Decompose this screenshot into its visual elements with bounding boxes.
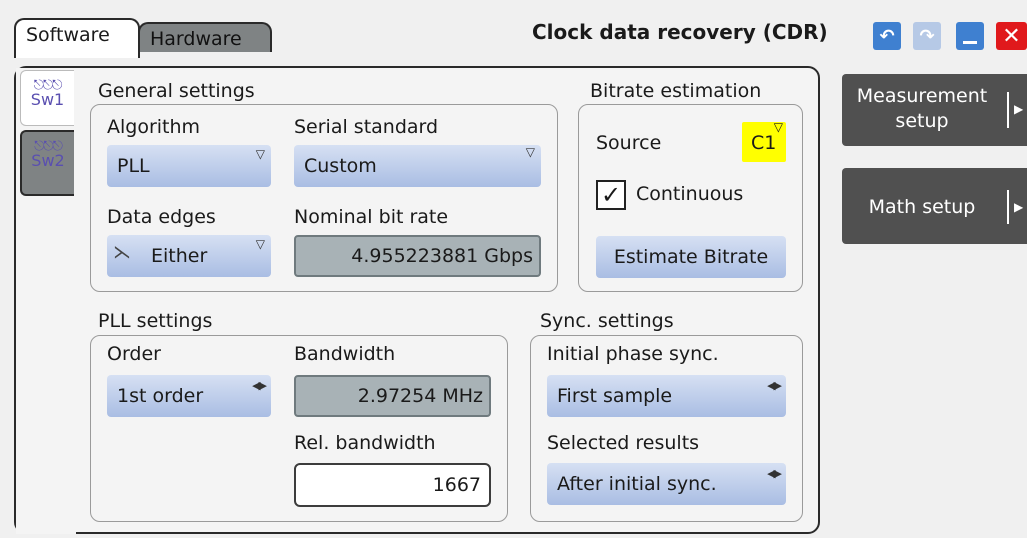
dropdown-arrow-icon: ▽	[255, 237, 265, 251]
selected-results-label: Selected results	[547, 432, 700, 454]
dropdown-arrow-icon: ▽	[773, 120, 783, 134]
separator	[1007, 190, 1009, 224]
source-label: Source	[596, 132, 662, 154]
spinner-arrows-icon: ◀▶	[767, 379, 782, 392]
tab-hardware[interactable]: Hardware	[138, 22, 272, 52]
minimize-button[interactable]	[956, 22, 984, 50]
spinner-arrows-icon: ◀▶	[767, 467, 782, 480]
nominal-bit-rate-label: Nominal bit rate	[294, 206, 449, 228]
subtab-sw2-label: Sw2	[31, 151, 65, 170]
redo-button[interactable]: ↷	[913, 22, 941, 50]
data-edges-label: Data edges	[107, 206, 216, 228]
close-icon: ✕	[1002, 23, 1021, 49]
serial-standard-dropdown[interactable]: Custom ▽	[294, 145, 541, 187]
source-value: C1	[751, 132, 777, 154]
order-dropdown[interactable]: 1st order ◀▶	[107, 375, 271, 417]
subtab-sw2[interactable]: ⎋⎋⎋ Sw2	[20, 130, 74, 196]
rel-bandwidth-input[interactable]: 1667	[294, 463, 491, 507]
data-edges-dropdown[interactable]: ⋋ Either ▽	[107, 235, 271, 277]
bandwidth-field: 2.97254 MHz	[294, 375, 491, 417]
order-label: Order	[107, 343, 161, 365]
spinner-arrows-icon: ◀▶	[252, 379, 267, 392]
undo-icon: ↶	[879, 25, 895, 47]
subtab-sw1-label: Sw1	[30, 90, 65, 109]
bitrate-estimation-title: Bitrate estimation	[590, 80, 762, 102]
dialog-title: Clock data recovery (CDR)	[532, 20, 828, 44]
estimate-bitrate-button[interactable]: Estimate Bitrate	[596, 236, 786, 278]
nominal-bit-rate-field: 4.955223881 Gbps	[294, 235, 541, 277]
dropdown-arrow-icon: ▽	[255, 147, 265, 161]
separator	[1007, 92, 1009, 128]
minimize-icon	[963, 40, 977, 44]
continuous-checkbox[interactable]: ✓	[596, 180, 626, 210]
redo-icon: ↷	[919, 25, 935, 47]
general-settings-title: General settings	[98, 80, 255, 102]
continuous-label: Continuous	[636, 183, 744, 205]
close-button[interactable]: ✕	[996, 22, 1027, 50]
tab-hardware-label: Hardware	[150, 28, 242, 50]
initial-phase-sync-label: Initial phase sync.	[547, 343, 719, 365]
either-edge-icon: ⋋	[113, 242, 131, 263]
bandwidth-label: Bandwidth	[294, 343, 396, 365]
expand-arrow-icon: ▶	[1014, 200, 1024, 214]
undo-button[interactable]: ↶	[873, 22, 901, 50]
serial-standard-label: Serial standard	[294, 116, 439, 138]
serial-standard-value: Custom	[304, 155, 377, 177]
dropdown-arrow-icon: ▽	[525, 145, 535, 159]
source-selector[interactable]: C1 ▽	[742, 120, 786, 162]
subtab-strip: ⎋⎋⎋ Sw1 ⎋⎋⎋ Sw2	[16, 68, 76, 534]
pll-settings-title: PLL settings	[98, 310, 213, 332]
checkmark-icon: ✓	[600, 181, 622, 209]
algorithm-dropdown[interactable]: PLL ▽	[107, 145, 271, 187]
selected-results-dropdown[interactable]: After initial sync. ◀▶	[547, 463, 786, 505]
algorithm-value: PLL	[117, 155, 150, 177]
measurement-setup-line2: setup	[895, 109, 949, 132]
measurement-setup-button[interactable]: Measurement setup ▶	[842, 74, 1027, 146]
measurement-setup-line1: Measurement	[856, 85, 988, 107]
order-value: 1st order	[117, 385, 204, 407]
initial-phase-sync-value: First sample	[557, 385, 673, 407]
math-setup-label: Math setup	[868, 196, 976, 218]
sync-settings-title: Sync. settings	[540, 310, 674, 332]
selected-results-value: After initial sync.	[557, 473, 717, 495]
initial-phase-sync-dropdown[interactable]: First sample ◀▶	[547, 375, 786, 417]
expand-arrow-icon: ▶	[1014, 102, 1024, 116]
math-setup-button[interactable]: Math setup ▶	[842, 168, 1027, 244]
subtab-sw1[interactable]: ⎋⎋⎋ Sw1	[20, 70, 74, 126]
rel-bandwidth-label: Rel. bandwidth	[294, 432, 436, 454]
data-edges-value: Either	[151, 245, 208, 267]
tab-software[interactable]: Software	[14, 18, 140, 58]
tab-software-label: Software	[26, 24, 110, 46]
algorithm-label: Algorithm	[107, 116, 201, 138]
